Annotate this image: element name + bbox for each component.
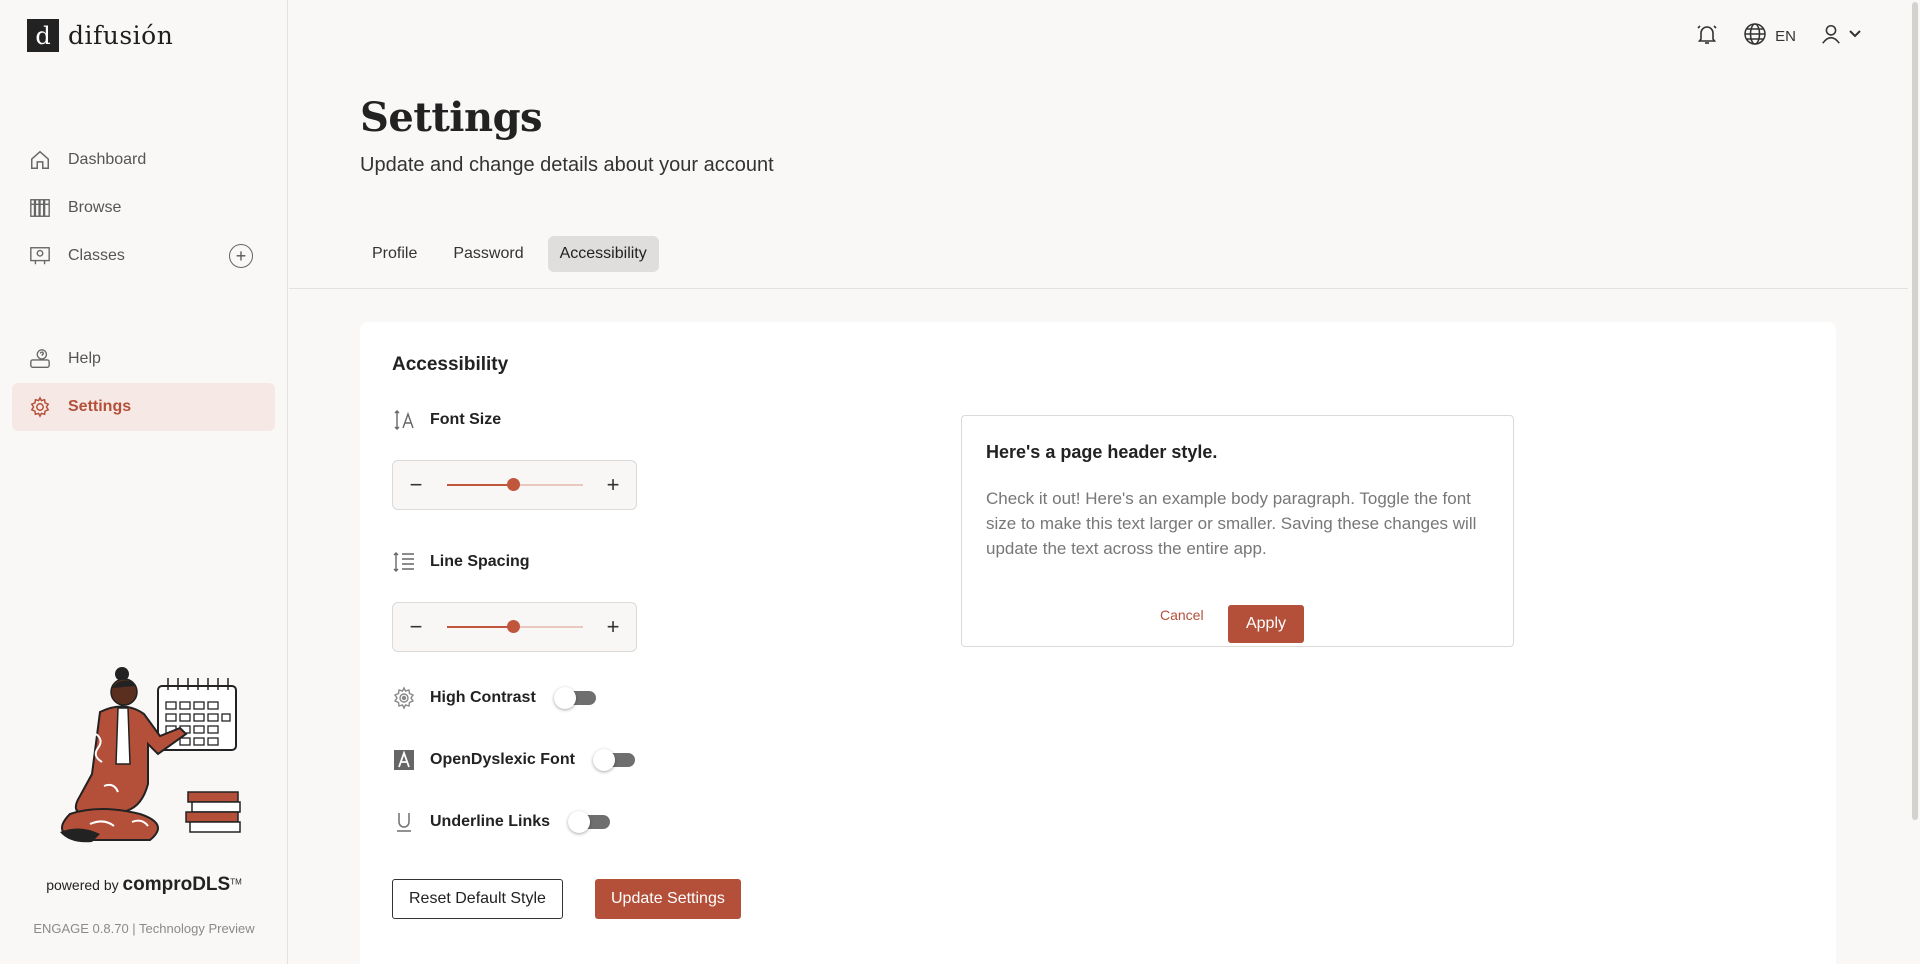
gear-icon bbox=[28, 395, 52, 419]
font-size-setting: Font Size bbox=[392, 408, 501, 432]
font-size-slider[interactable] bbox=[446, 478, 583, 491]
sidebar-item-label: Dashboard bbox=[68, 151, 147, 168]
sidebar: d difusión Dashboard Browse Classes + He… bbox=[0, 0, 288, 964]
sidebar-item-settings[interactable]: Settings bbox=[12, 383, 275, 431]
line-spacing-icon bbox=[392, 550, 416, 574]
dyslexic-font-label: OpenDyslexic Font bbox=[430, 751, 575, 768]
slider-fill bbox=[446, 484, 514, 486]
high-contrast-setting: High Contrast bbox=[392, 686, 596, 710]
powered-by: powered by comproDLSTM bbox=[0, 874, 288, 896]
cancel-button[interactable]: Cancel bbox=[1160, 607, 1204, 623]
line-spacing-stepper: − + bbox=[392, 602, 637, 652]
underline-links-toggle[interactable] bbox=[568, 811, 611, 833]
font-size-stepper: − + bbox=[392, 460, 637, 510]
reset-default-style-button[interactable]: Reset Default Style bbox=[392, 879, 563, 919]
line-spacing-label: Line Spacing bbox=[430, 553, 530, 570]
plus-circle-icon[interactable]: + bbox=[229, 244, 253, 268]
page-scrollbar[interactable] bbox=[1912, 2, 1918, 820]
student-illustration bbox=[40, 664, 250, 846]
sidebar-item-dashboard[interactable]: Dashboard bbox=[12, 136, 275, 184]
sidebar-item-label: Browse bbox=[68, 199, 122, 216]
toggle-knob bbox=[592, 749, 615, 771]
slider-thumb[interactable] bbox=[507, 620, 521, 633]
slider-fill bbox=[446, 626, 514, 628]
update-settings-button[interactable]: Update Settings bbox=[595, 879, 741, 919]
increase-font-size-button[interactable]: + bbox=[602, 474, 624, 496]
font-size-icon bbox=[392, 408, 416, 432]
accessibility-card: Accessibility Font Size − + Line Spacing… bbox=[360, 322, 1836, 964]
sidebar-item-help[interactable]: Help bbox=[12, 335, 275, 383]
decrease-font-size-button[interactable]: − bbox=[405, 474, 427, 496]
contrast-icon bbox=[392, 686, 416, 710]
settings-tabs: Profile Password Accessibility bbox=[360, 236, 659, 272]
sidebar-item-classes[interactable]: Classes + bbox=[12, 232, 275, 280]
sidebar-item-label: Help bbox=[68, 350, 101, 367]
sidebar-item-label: Classes bbox=[68, 247, 125, 264]
high-contrast-label: High Contrast bbox=[430, 689, 536, 706]
brand-logo[interactable]: d difusión bbox=[27, 19, 173, 52]
language-code: EN bbox=[1775, 27, 1796, 45]
sidebar-item-browse[interactable]: Browse bbox=[12, 184, 275, 232]
decrease-line-spacing-button[interactable]: − bbox=[405, 616, 427, 638]
dyslexic-font-toggle[interactable] bbox=[592, 749, 635, 771]
section-title: Accessibility bbox=[392, 354, 509, 375]
preview-body: Check it out! Here's an example body par… bbox=[986, 489, 1477, 558]
sidebar-item-label: Settings bbox=[68, 398, 132, 415]
high-contrast-toggle[interactable] bbox=[553, 687, 596, 709]
dyslexic-font-setting: OpenDyslexic Font bbox=[392, 748, 635, 772]
user-icon bbox=[1820, 23, 1842, 49]
language-selector[interactable]: EN bbox=[1743, 22, 1796, 50]
slider-thumb[interactable] bbox=[507, 478, 521, 491]
underline-links-setting: Underline Links bbox=[392, 810, 611, 834]
underline-links-label: Underline Links bbox=[430, 813, 551, 830]
chevron-down-icon bbox=[1848, 27, 1862, 45]
tab-accessibility[interactable]: Accessibility bbox=[547, 236, 659, 272]
toggle-knob bbox=[568, 811, 591, 833]
line-spacing-setting: Line Spacing bbox=[392, 550, 530, 574]
toggle-knob bbox=[553, 687, 576, 709]
topbar: EN bbox=[1695, 22, 1862, 50]
help-icon bbox=[28, 347, 52, 371]
classroom-icon bbox=[28, 244, 52, 268]
font-letter-icon bbox=[392, 748, 416, 772]
preview-title: Here's a page header style. bbox=[986, 442, 1218, 462]
user-menu[interactable] bbox=[1820, 23, 1862, 49]
tab-password[interactable]: Password bbox=[441, 236, 535, 272]
library-icon bbox=[28, 196, 52, 220]
globe-icon bbox=[1743, 22, 1767, 50]
brand-name: difusión bbox=[68, 21, 174, 50]
font-size-label: Font Size bbox=[430, 411, 502, 428]
bell-icon[interactable] bbox=[1695, 22, 1719, 50]
logo-mark: d bbox=[27, 19, 59, 52]
page-subtitle: Update and change details about your acc… bbox=[360, 154, 774, 176]
underline-icon bbox=[392, 810, 416, 834]
trademark-mark: TM bbox=[230, 877, 242, 887]
tab-profile[interactable]: Profile bbox=[360, 236, 429, 272]
increase-line-spacing-button[interactable]: + bbox=[602, 616, 624, 638]
page-title: Settings bbox=[360, 94, 543, 141]
tabs-divider bbox=[289, 288, 1908, 289]
apply-button[interactable]: Apply bbox=[1228, 605, 1304, 643]
version-label: ENGAGE 0.8.70 | Technology Preview bbox=[33, 921, 255, 936]
preview-panel: Here's a page header style. Check it out… bbox=[961, 415, 1514, 647]
powered-by-prefix: powered by bbox=[46, 877, 119, 893]
line-spacing-slider[interactable] bbox=[446, 620, 583, 633]
home-icon bbox=[28, 148, 52, 172]
powered-by-brand: comproDLS bbox=[122, 874, 231, 895]
